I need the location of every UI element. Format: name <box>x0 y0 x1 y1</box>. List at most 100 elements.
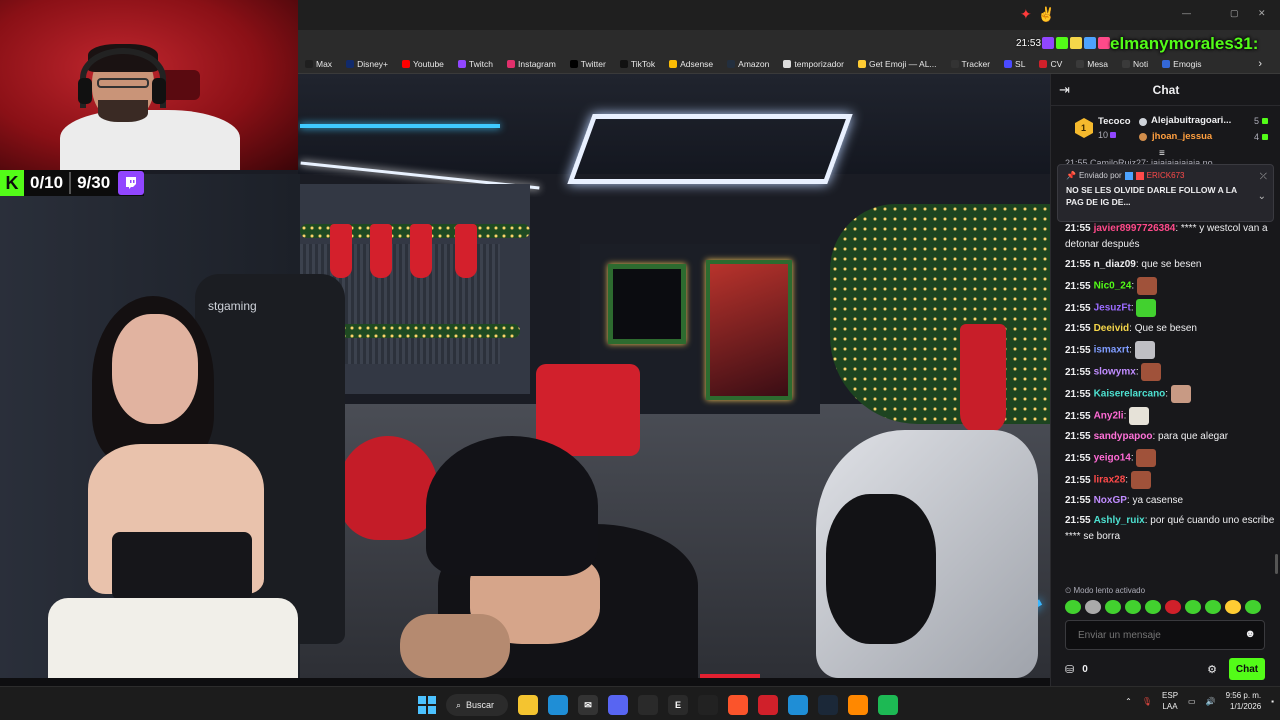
message-username[interactable]: Ashly_ruix <box>1094 515 1145 526</box>
message-timestamp: 21:55 <box>1065 223 1091 234</box>
emote-icon[interactable] <box>1145 600 1161 614</box>
message-username[interactable]: Kaiserelarcano <box>1094 389 1166 400</box>
close-icon[interactable]: ✕ <box>1258 8 1266 19</box>
input-language[interactable]: ESP LAA <box>1162 691 1178 712</box>
badge-icon <box>1084 37 1096 49</box>
bookmark-mesa[interactable]: Mesa <box>1069 59 1115 69</box>
emote-icon[interactable] <box>1245 600 1261 614</box>
volume-icon[interactable]: 🔊 <box>1206 697 1216 706</box>
emote-icon[interactable] <box>1185 600 1201 614</box>
emote-icon[interactable] <box>1165 600 1181 614</box>
cv-icon <box>1039 59 1048 68</box>
bookmark-disney[interactable]: Disney+ <box>339 59 395 69</box>
bookmark-max[interactable]: Max <box>298 59 339 69</box>
send-chat-button[interactable]: Chat <box>1229 658 1265 680</box>
sl-icon <box>1004 59 1013 68</box>
chevron-down-icon[interactable]: ⌄ <box>1258 191 1266 202</box>
obs-icon[interactable] <box>638 695 659 715</box>
emote-icon[interactable] <box>1125 600 1141 614</box>
leader-name: Alejabuitragoari... <box>1151 115 1232 126</box>
minimize-icon[interactable]: — <box>1182 8 1191 18</box>
slow-mode-text: Modo lento activado <box>1073 586 1146 595</box>
channel-points-icon[interactable]: ⛁ <box>1065 663 1074 676</box>
red-seat <box>700 674 760 678</box>
app-icon[interactable]: ✉ <box>578 695 599 715</box>
bookmark-label: SL <box>1015 58 1026 69</box>
emote-icon[interactable] <box>1085 600 1101 614</box>
bookmarks-overflow-icon[interactable]: › <box>1258 58 1280 70</box>
chat-message: 21:55 sandypapoo: para que alegar <box>1065 431 1229 442</box>
leader-count: 5 <box>1254 116 1260 126</box>
chat-message: 21:55 javier8997726384: **** y westcol va… <box>1065 223 1268 250</box>
message-username[interactable]: slowymx <box>1094 367 1136 378</box>
message-username[interactable]: javier8997726384 <box>1094 223 1176 234</box>
epic-icon[interactable]: E <box>668 695 689 715</box>
unpin-icon[interactable]: ⤫ <box>1260 171 1267 182</box>
message-username[interactable]: Nic0_24 <box>1094 281 1132 292</box>
bookmark-tiktok[interactable]: TikTok <box>613 59 662 69</box>
gear-icon[interactable]: ⚙ <box>1207 663 1217 676</box>
message-username[interactable]: lirax28 <box>1094 475 1126 486</box>
bookmark-amazon[interactable]: Amazon <box>720 59 776 69</box>
vlc-icon[interactable] <box>848 695 869 715</box>
message-username[interactable]: yeigo14 <box>1094 453 1131 464</box>
person-face <box>112 314 198 424</box>
chat-leaderboard[interactable]: 1 Tecoco 10 Alejabuitragoari... 5 jhoan_… <box>1051 106 1280 150</box>
steam-icon[interactable] <box>818 695 839 715</box>
red-couch <box>536 364 640 456</box>
brave-icon[interactable] <box>728 695 749 715</box>
bookmark-sl[interactable]: SL <box>997 59 1032 69</box>
spotify-icon[interactable] <box>878 695 899 715</box>
chat-message-input[interactable] <box>1066 621 1236 649</box>
file-explorer-icon[interactable] <box>518 695 539 715</box>
bookmark-timer[interactable]: temporizador <box>776 59 851 69</box>
collapse-chat-icon[interactable]: ⇥ <box>1059 82 1070 98</box>
message-username[interactable]: ismaxrt <box>1094 345 1130 356</box>
network-icon[interactable]: ▭ <box>1188 697 1196 706</box>
whatsapp-icon[interactable] <box>698 695 719 715</box>
red-app-icon[interactable] <box>758 695 779 715</box>
emote-icon[interactable] <box>1105 600 1121 614</box>
taskbar-clock[interactable]: 9:56 p. m. 1/1/2026 <box>1226 691 1262 713</box>
message-username[interactable]: Deeivid <box>1094 323 1130 334</box>
bluetooth-app-icon[interactable] <box>788 695 809 715</box>
windows-start-icon[interactable] <box>418 696 436 714</box>
bookmark-adsense[interactable]: Adsense <box>662 59 720 69</box>
emoji-picker-icon[interactable]: ☻ <box>1244 628 1256 640</box>
twitch-logo-icon <box>118 171 145 195</box>
message-username[interactable]: JesuzFt <box>1094 303 1131 314</box>
stocking <box>960 324 1006 434</box>
chat-input-box[interactable]: ☻ <box>1065 620 1265 650</box>
microphone-icon[interactable]: 🎙 <box>1142 697 1152 706</box>
christmas-garland <box>830 204 1050 424</box>
bookmarks-bar: Max Disney+ Youtube Twitch Instagram Twitter T… <box>298 54 1280 74</box>
discord-icon[interactable] <box>608 695 629 715</box>
bookmark-x[interactable]: Twitter <box>563 59 613 69</box>
message-username[interactable]: sandypapoo <box>1094 431 1153 442</box>
message-username[interactable]: NoxGP <box>1094 495 1127 506</box>
bookmark-label: Max <box>316 58 333 69</box>
bookmark-instagram[interactable]: Instagram <box>500 59 563 69</box>
message-username[interactable]: Any2li <box>1094 411 1124 422</box>
bookmark-youtube[interactable]: Youtube <box>395 59 451 69</box>
channel-points-value: 0 <box>1082 663 1088 675</box>
message-username[interactable]: n_diaz09 <box>1094 259 1136 270</box>
pinned-message[interactable]: 📌 Enviado por ERICK673 NO SE LES OLVIDE … <box>1057 164 1274 222</box>
bookmark-noti[interactable]: Noti <box>1115 59 1155 69</box>
bookmark-label: Youtube <box>413 58 444 69</box>
system-tray: ⌃ 🎙 ESP LAA ▭ 🔊 9:56 p. m. 1/1/2026 ▪ <box>1125 691 1274 713</box>
bookmark-tracker[interactable]: Tracker <box>944 59 998 69</box>
bookmark-cv[interactable]: CV <box>1032 59 1069 69</box>
edge-icon[interactable] <box>548 695 569 715</box>
notifications-icon[interactable]: ▪ <box>1271 697 1274 706</box>
bookmark-emogis[interactable]: Emogis <box>1155 59 1208 69</box>
bookmark-emoji[interactable]: Get Emoji — AL... <box>851 59 944 69</box>
emote-icon[interactable] <box>1205 600 1221 614</box>
emote-icon[interactable] <box>1065 600 1081 614</box>
chat-scrollbar[interactable] <box>1275 554 1278 574</box>
bookmark-twitch[interactable]: Twitch <box>451 59 500 69</box>
emote-icon[interactable] <box>1225 600 1241 614</box>
maximize-icon[interactable]: ▢ <box>1230 8 1239 19</box>
taskbar-search[interactable]: ⌕ Buscar <box>446 694 509 716</box>
chevron-up-icon[interactable]: ⌃ <box>1125 697 1132 706</box>
